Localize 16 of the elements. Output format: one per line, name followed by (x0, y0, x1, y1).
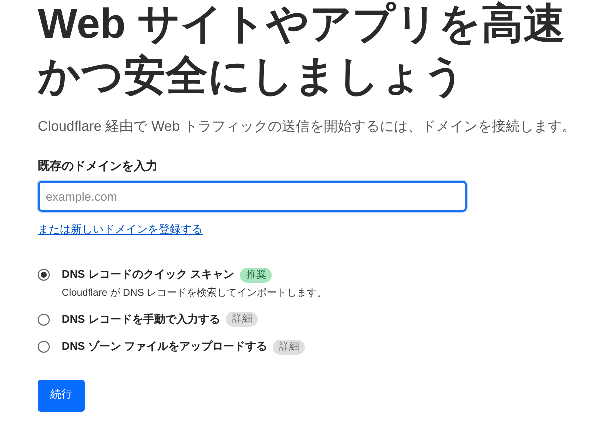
subtitle: Cloudflare 経由で Web トラフィックの送信を開始するには、ドメインを接続します。 (38, 117, 578, 136)
option-description: Cloudflare が DNS レコードを検索してインポートします。 (62, 286, 328, 300)
domain-input-field[interactable]: example.com (38, 181, 467, 212)
register-domain-link[interactable]: または新しいドメインを登録する (38, 222, 203, 238)
continue-button[interactable]: 続行 (38, 380, 85, 412)
option-label: DNS レコードを手動で入力する (62, 312, 220, 328)
option-label: DNS レコードのクイック スキャン (62, 268, 234, 283)
radio-button[interactable] (38, 269, 50, 281)
radio-button[interactable] (38, 341, 50, 353)
option-badge: 詳細 (273, 340, 306, 355)
option-badge: 詳細 (226, 312, 258, 328)
option-label: DNS ゾーン ファイルをアップロードする (62, 340, 268, 355)
page-heading: Web サイトやアプリを高速かつ安全にしましょう (38, 0, 567, 101)
option-badge: 推奨 (240, 268, 272, 283)
field-label: 既存のドメインを入力 (38, 158, 159, 175)
radio-button[interactable] (38, 314, 50, 326)
